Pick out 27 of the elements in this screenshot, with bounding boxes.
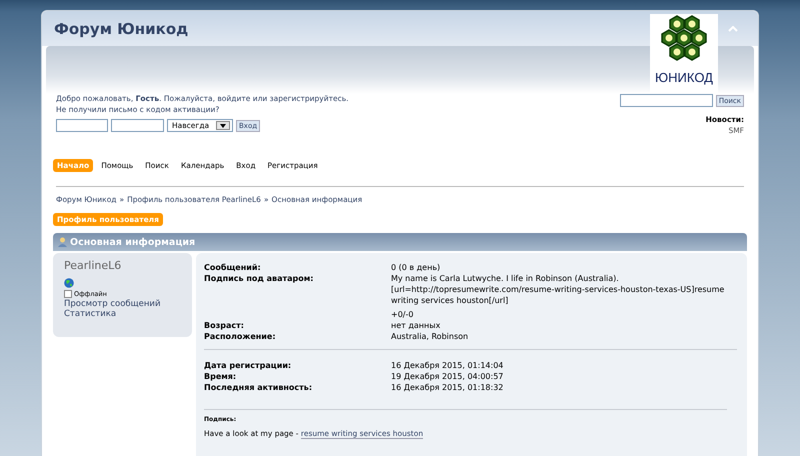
forum-title: Форум Юникод <box>54 20 188 38</box>
field-value: My name is Carla Lutwyche. I life in Robinson (Australia). [url=http://topresumewrite.com/resume-writing-services-houston-texas-US]resume writing services houston[/url] <box>391 273 726 306</box>
field-label: Время: <box>204 371 238 382</box>
profile-link[interactable]: Просмотр сообщений <box>64 299 192 309</box>
field-value: 16 Декабря 2015, 01:18:32 <box>391 382 504 393</box>
field-value: 19 Декабря 2015, 04:00:57 <box>391 371 504 382</box>
username: PearlineL6 <box>64 259 122 272</box>
field-label: Дата регистрации: <box>204 360 292 371</box>
field-label: Последняя активность: <box>204 382 314 393</box>
field-label: Возраст: <box>204 320 245 331</box>
field-value: нет данных <box>391 320 442 331</box>
caret-icon <box>220 124 226 128</box>
field-label: Сообщений: <box>204 262 262 273</box>
search-field[interactable] <box>620 94 713 107</box>
field-label: Подпись под аватаром: <box>204 273 314 285</box>
password-field[interactable] <box>111 119 164 132</box>
logo-text: ЮНИКОД <box>655 70 713 85</box>
user-icon <box>58 237 67 247</box>
globe-icon <box>64 278 74 288</box>
field-value: 0 (0 в день) <box>391 262 442 273</box>
karma-value: +0/-0 <box>391 309 414 320</box>
field-value: 16 Декабря 2015, 01:14:04 <box>391 360 504 371</box>
section-title: Основная информация <box>70 236 196 248</box>
profile-link[interactable]: Статистика <box>64 309 192 319</box>
field-label: Расположение: <box>204 331 277 342</box>
field-value: Australia, Robinson <box>391 331 470 342</box>
username-field[interactable] <box>56 119 108 132</box>
